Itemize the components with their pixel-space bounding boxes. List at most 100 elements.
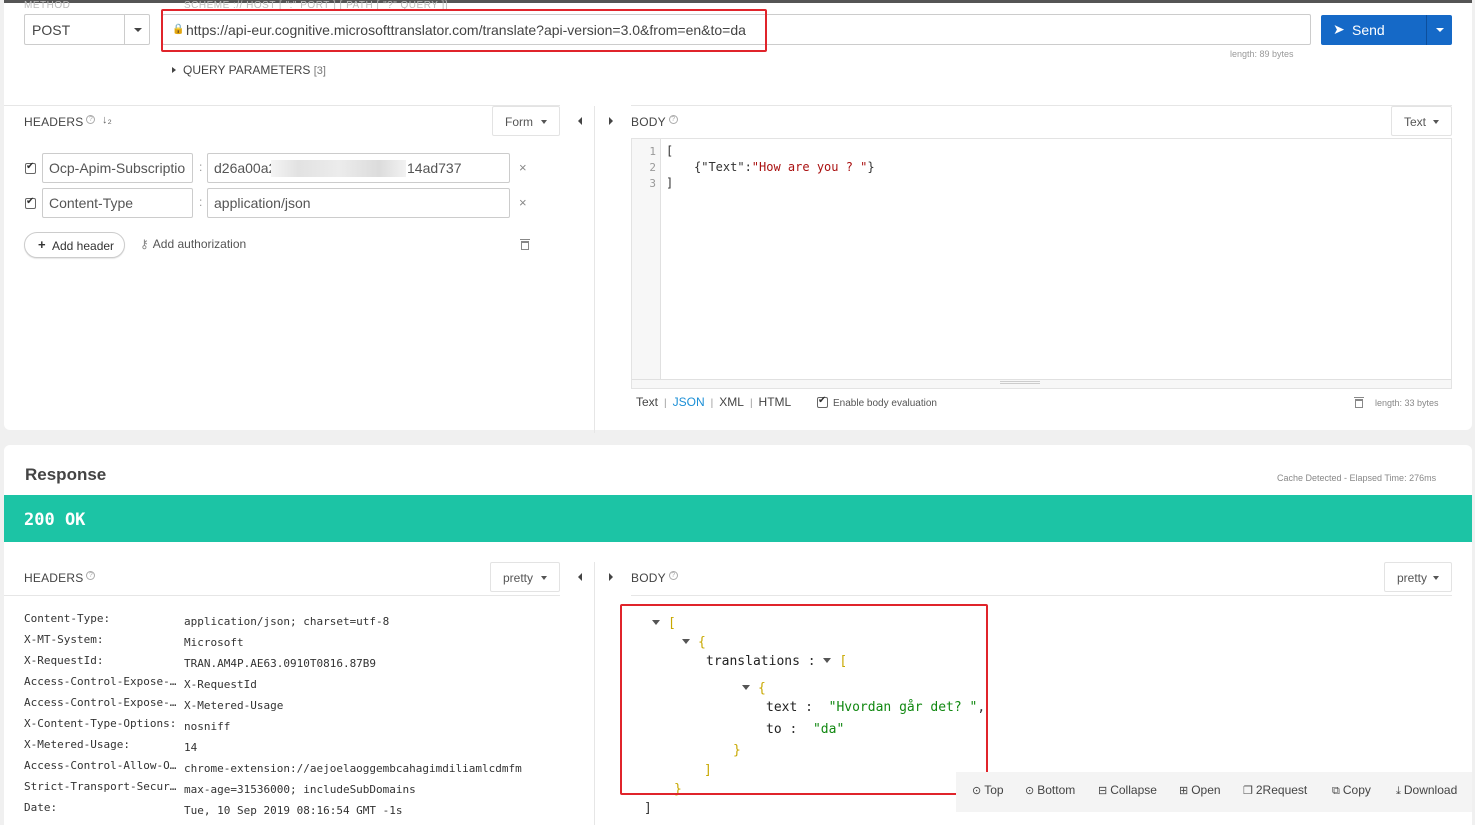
remove-header-2-icon[interactable]: × <box>519 195 527 210</box>
query-parameters-toggle[interactable]: QUERY PARAMETERS [3] <box>172 63 326 77</box>
method-select[interactable]: POST <box>24 14 150 45</box>
body-evaluation-checkbox[interactable] <box>817 395 828 408</box>
open-button[interactable]: ⊞ Open <box>1179 783 1221 797</box>
download-button[interactable]: ⤓ Download <box>1396 783 1457 798</box>
json-close-root: ] <box>644 801 652 816</box>
add-authorization-link[interactable]: ⚷ Add authorization <box>140 237 246 251</box>
header-1-name-field[interactable]: Ocp-Apim-Subscriptio <box>42 153 193 183</box>
send-button[interactable]: ➤ Send <box>1321 15 1452 45</box>
trash-icon[interactable] <box>520 239 530 250</box>
method-caption: METHOD <box>24 0 71 11</box>
response-header-row: Content-Type: application/json; charset=u… <box>24 612 390 628</box>
collapse-right-icon[interactable] <box>609 573 613 581</box>
add-authorization-label: Add authorization <box>152 237 247 251</box>
trash-icon[interactable] <box>1354 397 1364 408</box>
divider <box>631 595 1452 596</box>
headers-mode-dropdown[interactable]: Form <box>492 106 560 136</box>
body-type-text[interactable]: Text <box>636 395 658 409</box>
divider <box>631 105 1452 106</box>
response-panel: Response Cache Detected - Elapsed Time: … <box>4 445 1472 825</box>
response-header-row: X-MT-System: Microsoft <box>24 633 244 649</box>
header-1-value-start: d26a00a2 <box>214 160 277 176</box>
body-evaluation-toggle[interactable]: Enable body evaluation <box>817 395 937 409</box>
body-type-switcher: Text | JSON | XML | HTML <box>636 395 792 409</box>
panel-divider <box>594 106 595 433</box>
editor-resize-bar[interactable] <box>632 379 1451 388</box>
query-parameters-count: [3] <box>313 65 326 77</box>
circle-down-icon: ⊙ <box>1025 785 1035 797</box>
header-2-checkbox[interactable] <box>25 196 36 209</box>
line-number: 3 <box>649 177 656 190</box>
chevron-down-icon[interactable] <box>124 15 149 44</box>
remove-header-1-icon[interactable]: × <box>519 160 527 175</box>
response-body-mode-label: pretty <box>1397 571 1428 585</box>
body-mode-label: Text <box>1404 115 1427 129</box>
url-highlight-box <box>161 9 767 52</box>
response-header-row: Date: Tue, 10 Sep 2019 08:16:54 GMT -1s <box>24 801 403 817</box>
copy-button[interactable]: ⧉ Copy <box>1332 783 1371 798</box>
line-gutter: 1 2 3 <box>632 139 661 381</box>
response-body-title: BODY? <box>631 571 678 585</box>
response-title: Response <box>25 465 107 484</box>
query-parameters-label: QUERY PARAMETERS <box>183 63 311 77</box>
help-icon: ? <box>86 571 96 580</box>
body-mode-dropdown[interactable]: Text <box>1391 106 1452 136</box>
response-header-row: X-Metered-Usage: 14 <box>24 738 198 754</box>
divider <box>4 595 560 596</box>
line-number: 1 <box>649 145 656 158</box>
caret-down-icon <box>1433 576 1439 580</box>
response-body-mode-dropdown[interactable]: pretty <box>1384 562 1452 592</box>
body-type-xml[interactable]: XML <box>719 395 744 409</box>
header-1-value-field[interactable]: d26a00a2 14ad737 <box>207 153 510 183</box>
response-header-row: Access-Control-Expose-… X-RequestId <box>24 675 257 691</box>
top-button[interactable]: ⊙ Top <box>972 783 1004 797</box>
json-highlight-box <box>620 604 988 795</box>
request-panel: METHOD SCHEME :// HOST [ ":" PORT ] [ PA… <box>4 0 1472 433</box>
status-text: 200 OK <box>24 510 86 530</box>
body-type-html[interactable]: HTML <box>759 395 792 409</box>
add-header-button[interactable]: + Add header <box>24 232 125 258</box>
collapse-left-icon[interactable] <box>578 573 582 581</box>
minus-square-icon: ⊟ <box>1098 785 1108 797</box>
header-1-checkbox[interactable] <box>25 161 36 174</box>
body-evaluation-label: Enable body evaluation <box>833 398 937 409</box>
send-label: Send <box>1352 22 1385 38</box>
collapse-button[interactable]: ⊟ Collapse <box>1098 783 1157 797</box>
plus-icon: + <box>38 237 46 252</box>
header-2-value-field[interactable]: application/json <box>207 188 510 218</box>
response-toolbar: ⊙ Top ⊙ Bottom ⊟ Collapse ⊞ Open ❐ 2Request ⧉… <box>956 772 1472 812</box>
divider <box>4 105 560 106</box>
body-editor[interactable]: 1 2 3 [ {"Text":"How are you ? "} ] <box>631 138 1452 389</box>
to-request-button[interactable]: ❐ 2Request <box>1243 783 1307 797</box>
response-headers-mode-label: pretty <box>503 571 534 585</box>
url-length: length: 89 bytes <box>1230 49 1294 59</box>
response-headers-title: HEADERS? <box>24 571 96 585</box>
collapse-left-icon[interactable] <box>578 117 582 125</box>
caret-down-icon <box>541 120 547 124</box>
code-line-3: ] <box>666 176 674 190</box>
sort-icon[interactable]: ↓₂ <box>102 114 112 126</box>
response-headers-mode-dropdown[interactable]: pretty <box>490 562 560 592</box>
header-2-name-field[interactable]: Content-Type <box>42 188 193 218</box>
circle-up-icon: ⊙ <box>972 785 982 797</box>
send-options-chevron-icon[interactable] <box>1426 15 1452 45</box>
help-icon: ? <box>86 115 96 124</box>
document-icon: ❐ <box>1243 785 1253 797</box>
headers-mode-label: Form <box>505 115 533 129</box>
header-1-value-end: 14ad737 <box>407 160 462 176</box>
response-meta: Cache Detected - Elapsed Time: 276ms <box>1277 473 1437 483</box>
bottom-button[interactable]: ⊙ Bottom <box>1025 783 1075 797</box>
caret-down-icon <box>541 576 547 580</box>
body-type-json[interactable]: JSON <box>673 395 705 409</box>
resize-handle[interactable] <box>1000 381 1040 384</box>
caret-down-icon <box>1433 120 1439 124</box>
help-icon: ? <box>668 571 678 580</box>
redacted-area <box>271 160 406 177</box>
body-title: BODY? <box>631 115 678 129</box>
colon: : <box>199 195 203 209</box>
collapse-right-icon[interactable] <box>609 117 613 125</box>
response-header-row: Access-Control-Expose-… X-Metered-Usage <box>24 696 284 712</box>
response-header-row: X-RequestId: TRAN.AM4P.AE63.0910T0816.87B… <box>24 654 377 670</box>
response-header-row: Strict-Transport-Secur… max-age=31536000;… <box>24 780 416 796</box>
paper-plane-icon: ➤ <box>1333 21 1345 37</box>
